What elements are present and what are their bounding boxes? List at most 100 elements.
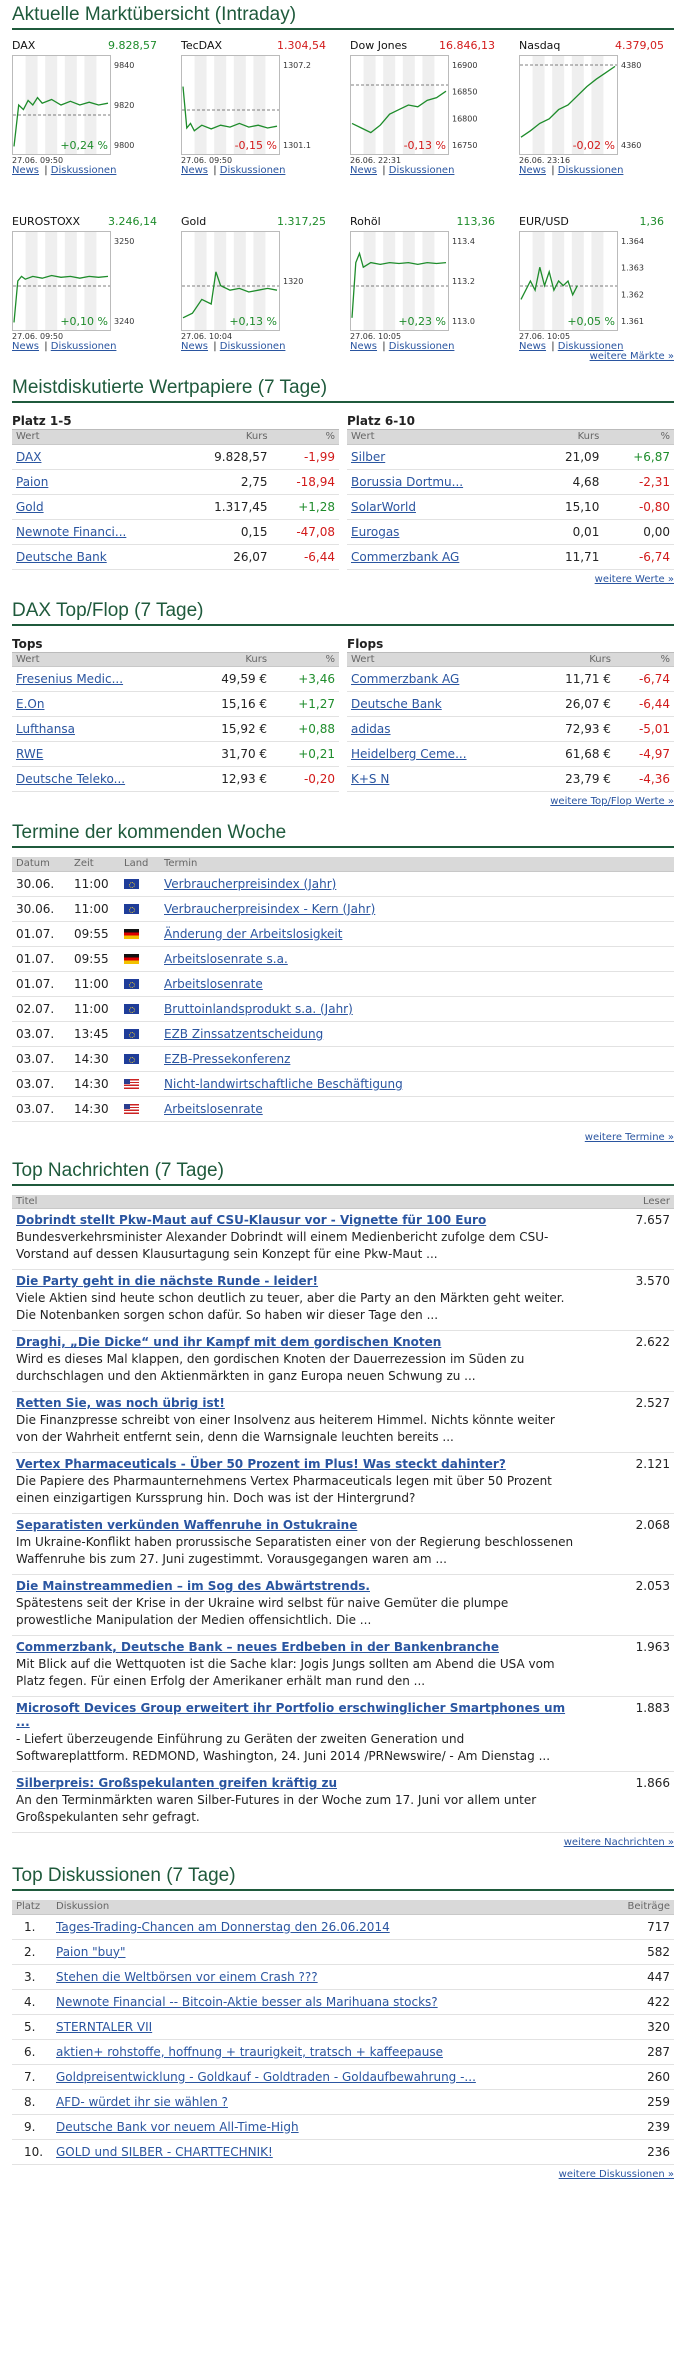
news-title-link[interactable]: Silberpreis: Großspekulanten greifen krä… bbox=[16, 1776, 574, 1790]
discussion-link[interactable]: Paion "buy" bbox=[56, 1945, 126, 1959]
security-link[interactable]: DAX bbox=[16, 450, 41, 464]
security-link[interactable]: Lufthansa bbox=[16, 722, 75, 736]
tile-discussion-link[interactable]: Diskussionen bbox=[558, 165, 624, 176]
cell-name: RWE bbox=[12, 741, 190, 767]
news-title-link[interactable]: Vertex Pharmaceuticals - Über 50 Prozent… bbox=[16, 1457, 574, 1471]
security-link[interactable]: Commerzbank AG bbox=[351, 672, 459, 686]
more-values-link[interactable]: weitere Werte » bbox=[12, 574, 674, 588]
table-row: Deutsche Bank 26,07 € -6,44 bbox=[347, 691, 674, 717]
tile-discussion-link[interactable]: Diskussionen bbox=[558, 341, 624, 352]
cell-rank: 2. bbox=[12, 1939, 52, 1965]
more-termine-link[interactable]: weitere Termine » bbox=[12, 1132, 674, 1146]
news-title-link[interactable]: Retten Sie, was noch übrig ist! bbox=[16, 1396, 574, 1410]
chart-change-label: +0,05 % bbox=[567, 315, 615, 328]
market-tile[interactable]: EUROSTOXX 3.246,14 3250 3240 +0,10 % 27.06. 0… bbox=[12, 215, 179, 363]
tile-discussion-link[interactable]: Diskussionen bbox=[389, 341, 455, 352]
security-link[interactable]: Commerzbank AG bbox=[351, 550, 459, 564]
event-link[interactable]: Arbeitslosenrate s.a. bbox=[164, 952, 288, 966]
event-link[interactable]: Arbeitslosenrate bbox=[164, 1102, 263, 1116]
cell-price: 0,15 bbox=[182, 519, 272, 545]
security-link[interactable]: Heidelberg Ceme... bbox=[351, 747, 467, 761]
tile-news-link[interactable]: News bbox=[12, 341, 39, 352]
security-link[interactable]: adidas bbox=[351, 722, 391, 736]
chart-gridband bbox=[363, 232, 376, 330]
event-link[interactable]: Nicht-landwirtschaftliche Beschäftigung bbox=[164, 1077, 403, 1091]
security-link[interactable]: Gold bbox=[16, 500, 44, 514]
tile-news-link[interactable]: News bbox=[519, 165, 546, 176]
table-row: Lufthansa 15,92 € +0,88 bbox=[12, 716, 339, 742]
tile-chart: 1307.2 1301.1 -0,15 % bbox=[181, 55, 311, 155]
tile-news-link[interactable]: News bbox=[181, 165, 208, 176]
tile-discussion-link[interactable]: Diskussionen bbox=[51, 165, 117, 176]
discussion-link[interactable]: Deutsche Bank vor neuem All-Time-High bbox=[56, 2120, 299, 2134]
cell-posts: 447 bbox=[608, 1964, 674, 1990]
discussion-link[interactable]: STERNTALER VII bbox=[56, 2020, 152, 2034]
security-link[interactable]: Fresenius Medic... bbox=[16, 672, 123, 686]
table-row: Paion 2,75 -18,94 bbox=[12, 469, 339, 495]
discussion-link[interactable]: Tages-Trading-Chancen am Donnerstag den … bbox=[56, 1920, 390, 1934]
usa-flag-icon bbox=[124, 1079, 139, 1089]
tile-discussion-link[interactable]: Diskussionen bbox=[220, 165, 286, 176]
tile-news-link[interactable]: News bbox=[350, 165, 377, 176]
tile-discussion-link[interactable]: Diskussionen bbox=[220, 341, 286, 352]
news-title-link[interactable]: Die Mainstreammedien – im Sog des Abwärt… bbox=[16, 1579, 574, 1593]
market-tile[interactable]: TecDAX 1.304,54 1307.2 1301.1 -0,15 % 27.06. … bbox=[181, 39, 348, 187]
market-tile[interactable]: Gold 1.317,25 1320 +0,13 % 27.06. 10:04 News … bbox=[181, 215, 348, 363]
tile-discussion-link[interactable]: Diskussionen bbox=[389, 165, 455, 176]
tile-discussion-link[interactable]: Diskussionen bbox=[51, 341, 117, 352]
more-news-link[interactable]: weitere Nachrichten » bbox=[12, 1837, 674, 1851]
tile-news-link[interactable]: News bbox=[181, 341, 208, 352]
event-link[interactable]: Bruttoinlandsprodukt s.a. (Jahr) bbox=[164, 1002, 353, 1016]
discussion-link[interactable]: AFD- würdet ihr sie wählen ? bbox=[56, 2095, 228, 2109]
security-link[interactable]: SolarWorld bbox=[351, 500, 416, 514]
security-link[interactable]: Deutsche Bank bbox=[351, 697, 442, 711]
security-link[interactable]: Paion bbox=[16, 475, 48, 489]
cell-name: Deutsche Bank bbox=[347, 691, 534, 717]
tile-links: News | Diskussionen bbox=[519, 165, 686, 176]
cell-price: 9.828,57 bbox=[182, 444, 272, 470]
market-tile[interactable]: DAX 9.828,57 9840 9820 9800 +0,24 % 27.06. 09:… bbox=[12, 39, 179, 187]
eu-flag-icon bbox=[124, 904, 139, 914]
most-left-table: Wert Kurs% DAX 9.828,57 -1,99 Paion 2,75 -18,94… bbox=[12, 430, 339, 570]
market-tile[interactable]: Dow Jones 16.846,13 16900 16850 16800 16750 -0… bbox=[350, 39, 517, 187]
table-row: 3. Stehen die Weltbörsen vor einem Crash … bbox=[12, 1964, 674, 1990]
event-link[interactable]: EZB Zinssatzentscheidung bbox=[164, 1027, 323, 1041]
security-link[interactable]: Deutsche Teleko... bbox=[16, 772, 125, 786]
col-pct: % bbox=[271, 652, 339, 667]
news-title-link[interactable]: Draghi, „Die Dicke“ und ihr Kampf mit de… bbox=[16, 1335, 574, 1349]
discussion-link[interactable]: Stehen die Weltbörsen vor einem Crash ??… bbox=[56, 1970, 318, 1984]
news-title-link[interactable]: Separatisten verkünden Waffenruhe in Ost… bbox=[16, 1518, 574, 1532]
more-topflop-link[interactable]: weitere Top/Flop Werte » bbox=[12, 796, 674, 810]
col-header: Zeit bbox=[70, 857, 120, 872]
event-link[interactable]: Änderung der Arbeitslosigkeit bbox=[164, 927, 342, 941]
market-tile[interactable]: Rohöl 113,36 113.4 113.2 113.0 +0,23 % 27.06. … bbox=[350, 215, 517, 363]
security-link[interactable]: Deutsche Bank bbox=[16, 550, 107, 564]
cell-date: 03.07. bbox=[12, 1071, 70, 1097]
tile-news-link[interactable]: News bbox=[519, 341, 546, 352]
event-link[interactable]: EZB-Pressekonferenz bbox=[164, 1052, 290, 1066]
event-link[interactable]: Arbeitslosenrate bbox=[164, 977, 263, 991]
security-link[interactable]: RWE bbox=[16, 747, 43, 761]
security-link[interactable]: Eurogas bbox=[351, 525, 399, 539]
security-link[interactable]: Newnote Financi... bbox=[16, 525, 126, 539]
security-link[interactable]: Silber bbox=[351, 450, 385, 464]
news-title-link[interactable]: Dobrindt stellt Pkw-Maut auf CSU-Klausur… bbox=[16, 1213, 574, 1227]
market-tile[interactable]: Nasdaq 4.379,05 4380 4360 -0,02 % 26.06. 23:1… bbox=[519, 39, 686, 187]
news-title-link[interactable]: Microsoft Devices Group erweitert ihr Po… bbox=[16, 1701, 574, 1729]
discussion-link[interactable]: Goldpreisentwicklung - Goldkauf - Goldtr… bbox=[56, 2070, 476, 2084]
tile-header: Rohöl 113,36 bbox=[350, 215, 517, 229]
security-link[interactable]: E.On bbox=[16, 697, 44, 711]
news-title-link[interactable]: Commerzbank, Deutsche Bank – neues Erdbe… bbox=[16, 1640, 574, 1654]
discussion-link[interactable]: GOLD und SILBER - CHARTTECHNIK! bbox=[56, 2145, 273, 2159]
event-link[interactable]: Verbraucherpreisindex - Kern (Jahr) bbox=[164, 902, 375, 916]
event-link[interactable]: Verbraucherpreisindex (Jahr) bbox=[164, 877, 336, 891]
market-tile[interactable]: EUR/USD 1,36 1.364 1.363 1.362 1.361 +0,05 % 27… bbox=[519, 215, 686, 363]
security-link[interactable]: Borussia Dortmu... bbox=[351, 475, 463, 489]
tile-news-link[interactable]: News bbox=[350, 341, 377, 352]
discussion-link[interactable]: Newnote Financial -- Bitcoin-Aktie besse… bbox=[56, 1995, 438, 2009]
discussion-link[interactable]: aktien+ rohstoffe, hoffnung + traurigkei… bbox=[56, 2045, 443, 2059]
more-discussions-link[interactable]: weitere Diskussionen » bbox=[12, 2169, 674, 2183]
tile-news-link[interactable]: News bbox=[12, 165, 39, 176]
news-title-link[interactable]: Die Party geht in die nächste Runde - le… bbox=[16, 1274, 574, 1288]
security-link[interactable]: K+S N bbox=[351, 772, 389, 786]
